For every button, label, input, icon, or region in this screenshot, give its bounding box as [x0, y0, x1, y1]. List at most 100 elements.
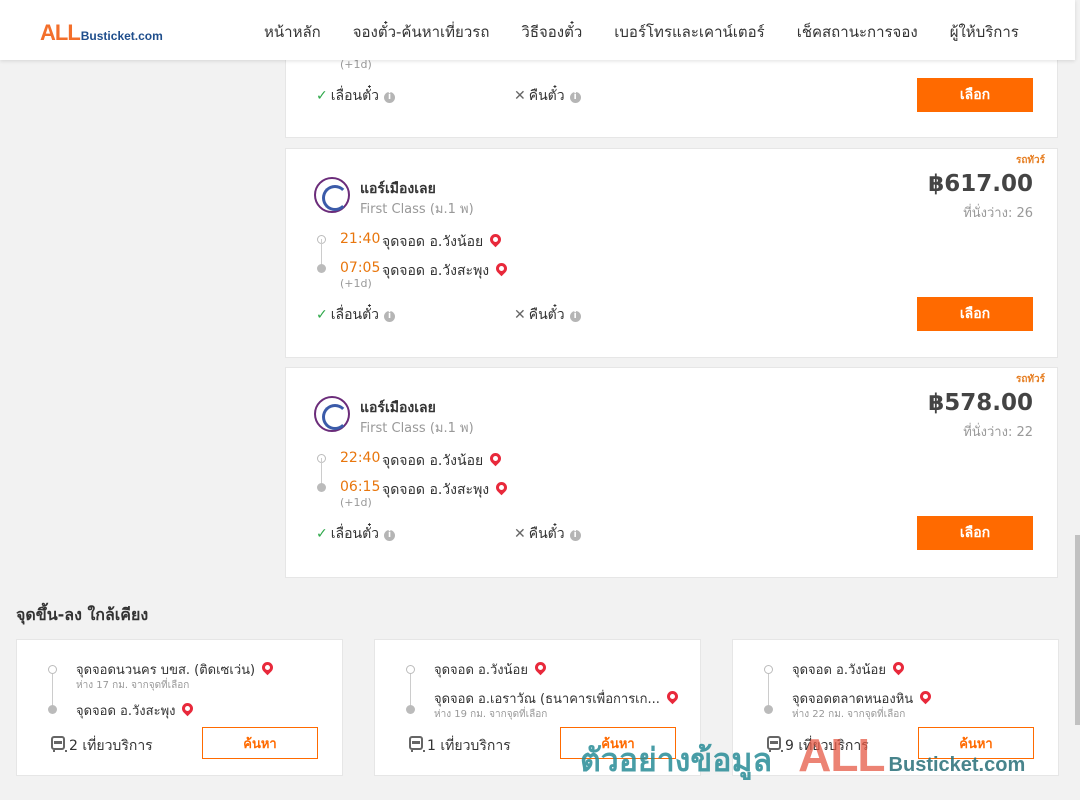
trip-card: รถทัวร์ แอร์เมืองเลย First Class (ม.1 พ)… [285, 367, 1058, 578]
nearby-destination[interactable]: จุดจอด อ.เอราวัณ (ธนาคารเพื่อการเก... [434, 688, 681, 709]
arrival-dot-icon [317, 483, 326, 492]
operator-logo-icon [314, 177, 350, 213]
nearby-route-card: จุดจอด อ.วังน้อย จุดจอด อ.เอราวัณ (ธนาคา… [374, 639, 701, 776]
trip-card: รถทัวร์ แอร์เมืองเลย First Class (ม.1 พ)… [285, 148, 1058, 358]
nearby-search-button[interactable]: ค้นหา [560, 727, 676, 759]
reschedule-policy[interactable]: ✓ เลื่อนตั๋ว i [316, 85, 396, 107]
nearby-destination[interactable]: จุดจอด อ.วังสะพุง [76, 700, 196, 721]
trip-count: 1 เที่ยวบริการ [427, 738, 511, 754]
info-icon[interactable]: i [384, 311, 396, 322]
map-pin-icon[interactable] [917, 688, 934, 705]
map-pin-icon[interactable] [493, 260, 510, 277]
info-icon[interactable]: i [384, 530, 396, 541]
nearby-origin[interactable]: จุดจอดนวนคร บขส. (ติดเซเว่น) [76, 659, 276, 680]
arrival-time: 06:15 [340, 479, 381, 495]
trip-price: ฿578.00 [928, 390, 1033, 416]
origin-dot-icon [406, 665, 415, 674]
arrival-stop-label: จุดจอด อ.วังสะพุง [382, 263, 490, 279]
bus-icon [409, 736, 425, 752]
nearby-origin-label: จุดจอดนวนคร บขส. (ติดเซเว่น) [76, 663, 256, 678]
refund-label: คืนตั๋ว [528, 88, 565, 104]
map-pin-icon[interactable] [532, 659, 549, 676]
route-line [410, 674, 411, 706]
page-scrollbar[interactable] [1075, 0, 1080, 800]
map-pin-icon[interactable] [664, 688, 681, 705]
select-trip-button[interactable]: เลือก [917, 516, 1033, 550]
reschedule-policy[interactable]: ✓ เลื่อนตั๋ว i [316, 304, 396, 326]
destination-dot-icon [48, 705, 57, 714]
nearby-origin[interactable]: จุดจอด อ.วังน้อย [792, 659, 907, 680]
top-header: ALL Busticket.com หน้าหลัก จองตั๋ว-ค้นหา… [0, 0, 1075, 60]
refund-policy[interactable]: ✕ คืนตั๋ว i [514, 523, 581, 545]
bus-icon [51, 736, 67, 752]
reschedule-policy[interactable]: ✓ เลื่อนตั๋ว i [316, 523, 396, 545]
arrival-stop-label: จุดจอด อ.วังสะพุง [382, 482, 490, 498]
arrival-dot-icon [317, 264, 326, 273]
nav-home[interactable]: หน้าหลัก [248, 20, 337, 44]
check-icon: ✓ [316, 88, 328, 104]
info-icon[interactable]: i [384, 92, 396, 103]
destination-distance: ห่าง 19 กม. จากจุดที่เลือก [434, 709, 548, 720]
refund-policy[interactable]: ✕ คืนตั๋ว i [514, 304, 581, 326]
departure-stop[interactable]: จุดจอด อ.วังน้อย [382, 231, 504, 253]
nearby-origin-label: จุดจอด อ.วังน้อย [792, 663, 886, 678]
refund-policy[interactable]: ✕ คืนตั๋ว i [514, 85, 581, 107]
operator-logo-icon [314, 396, 350, 432]
bus-icon [767, 736, 783, 752]
next-day-label: (+1d) [340, 496, 372, 509]
info-icon[interactable]: i [569, 530, 581, 541]
nearby-origin[interactable]: จุดจอด อ.วังน้อย [434, 659, 549, 680]
nearby-destination-label: จุดจอด อ.เอราวัณ (ธนาคารเพื่อการเก... [434, 692, 660, 707]
reschedule-label: เลื่อนตั๋ว [330, 526, 380, 542]
info-icon[interactable]: i [569, 311, 581, 322]
trip-price: ฿617.00 [928, 171, 1033, 197]
nearby-section-title: จุดขึ้น-ลง ใกล้เคียง [16, 605, 149, 624]
map-pin-icon[interactable] [890, 659, 907, 676]
map-pin-icon[interactable] [487, 231, 504, 248]
check-icon: ✓ [316, 307, 328, 323]
cross-icon: ✕ [514, 88, 526, 104]
route-line [768, 674, 769, 706]
refund-label: คืนตั๋ว [528, 526, 565, 542]
nav-operators[interactable]: ผู้ให้บริการ [934, 20, 1035, 44]
departure-stop-label: จุดจอด อ.วังน้อย [382, 234, 484, 250]
departure-stop-label: จุดจอด อ.วังน้อย [382, 453, 484, 469]
select-trip-button[interactable]: เลือก [917, 297, 1033, 331]
nav-book-search[interactable]: จองตั๋ว-ค้นหาเที่ยวรถ [337, 20, 506, 44]
nearby-search-button[interactable]: ค้นหา [918, 727, 1034, 759]
check-icon: ✓ [316, 526, 328, 542]
map-pin-icon[interactable] [487, 450, 504, 467]
seats-available: ที่นั่งว่าง: 26 [963, 206, 1033, 221]
reschedule-label: เลื่อนตั๋ว [330, 88, 380, 104]
arrival-stop[interactable]: จุดจอด อ.วังสะพุง [382, 479, 510, 501]
map-pin-icon[interactable] [259, 659, 276, 676]
next-day-label: (+1d) [340, 277, 372, 290]
origin-dot-icon [48, 665, 57, 674]
operator-name: แอร์เมืองเลย [360, 181, 436, 197]
trip-count: 2 เที่ยวบริการ [69, 738, 153, 754]
nearby-origin-label: จุดจอด อ.วังน้อย [434, 663, 528, 678]
main-nav: หน้าหลัก จองตั๋ว-ค้นหาเที่ยวรถ วิธีจองตั… [248, 20, 1035, 44]
nav-phone-counter[interactable]: เบอร์โทรและเคาน์เตอร์ [598, 20, 780, 44]
nearby-destination[interactable]: จุดจอดตลาดหนองหิน [792, 688, 934, 709]
map-pin-icon[interactable] [180, 700, 196, 717]
bus-class: First Class (ม.1 พ) [360, 202, 474, 217]
site-logo[interactable]: ALL Busticket.com [40, 20, 163, 46]
nearby-search-button[interactable]: ค้นหา [202, 727, 318, 759]
select-trip-button[interactable]: เลือก [917, 78, 1033, 112]
trip-count: 9 เที่ยวบริการ [785, 738, 869, 754]
destination-distance: ห่าง 22 กม. จากจุดที่เลือก [792, 709, 906, 720]
destination-dot-icon [406, 705, 415, 714]
scrollbar-thumb[interactable] [1075, 535, 1080, 725]
arrival-stop[interactable]: จุดจอด อ.วังสะพุง [382, 260, 510, 282]
nav-how-to-book[interactable]: วิธีจองตั๋ว [505, 20, 598, 44]
bus-class: First Class (ม.1 พ) [360, 421, 474, 436]
bus-type-tag: รถทัวร์ [1015, 374, 1045, 385]
logo-busticket-text: Busticket.com [80, 29, 163, 43]
nav-check-booking[interactable]: เช็คสถานะการจอง [781, 20, 934, 44]
map-pin-icon[interactable] [493, 479, 510, 496]
bus-type-tag: รถทัวร์ [1015, 155, 1045, 166]
departure-stop[interactable]: จุดจอด อ.วังน้อย [382, 450, 504, 472]
cross-icon: ✕ [514, 526, 526, 542]
info-icon[interactable]: i [569, 92, 581, 103]
